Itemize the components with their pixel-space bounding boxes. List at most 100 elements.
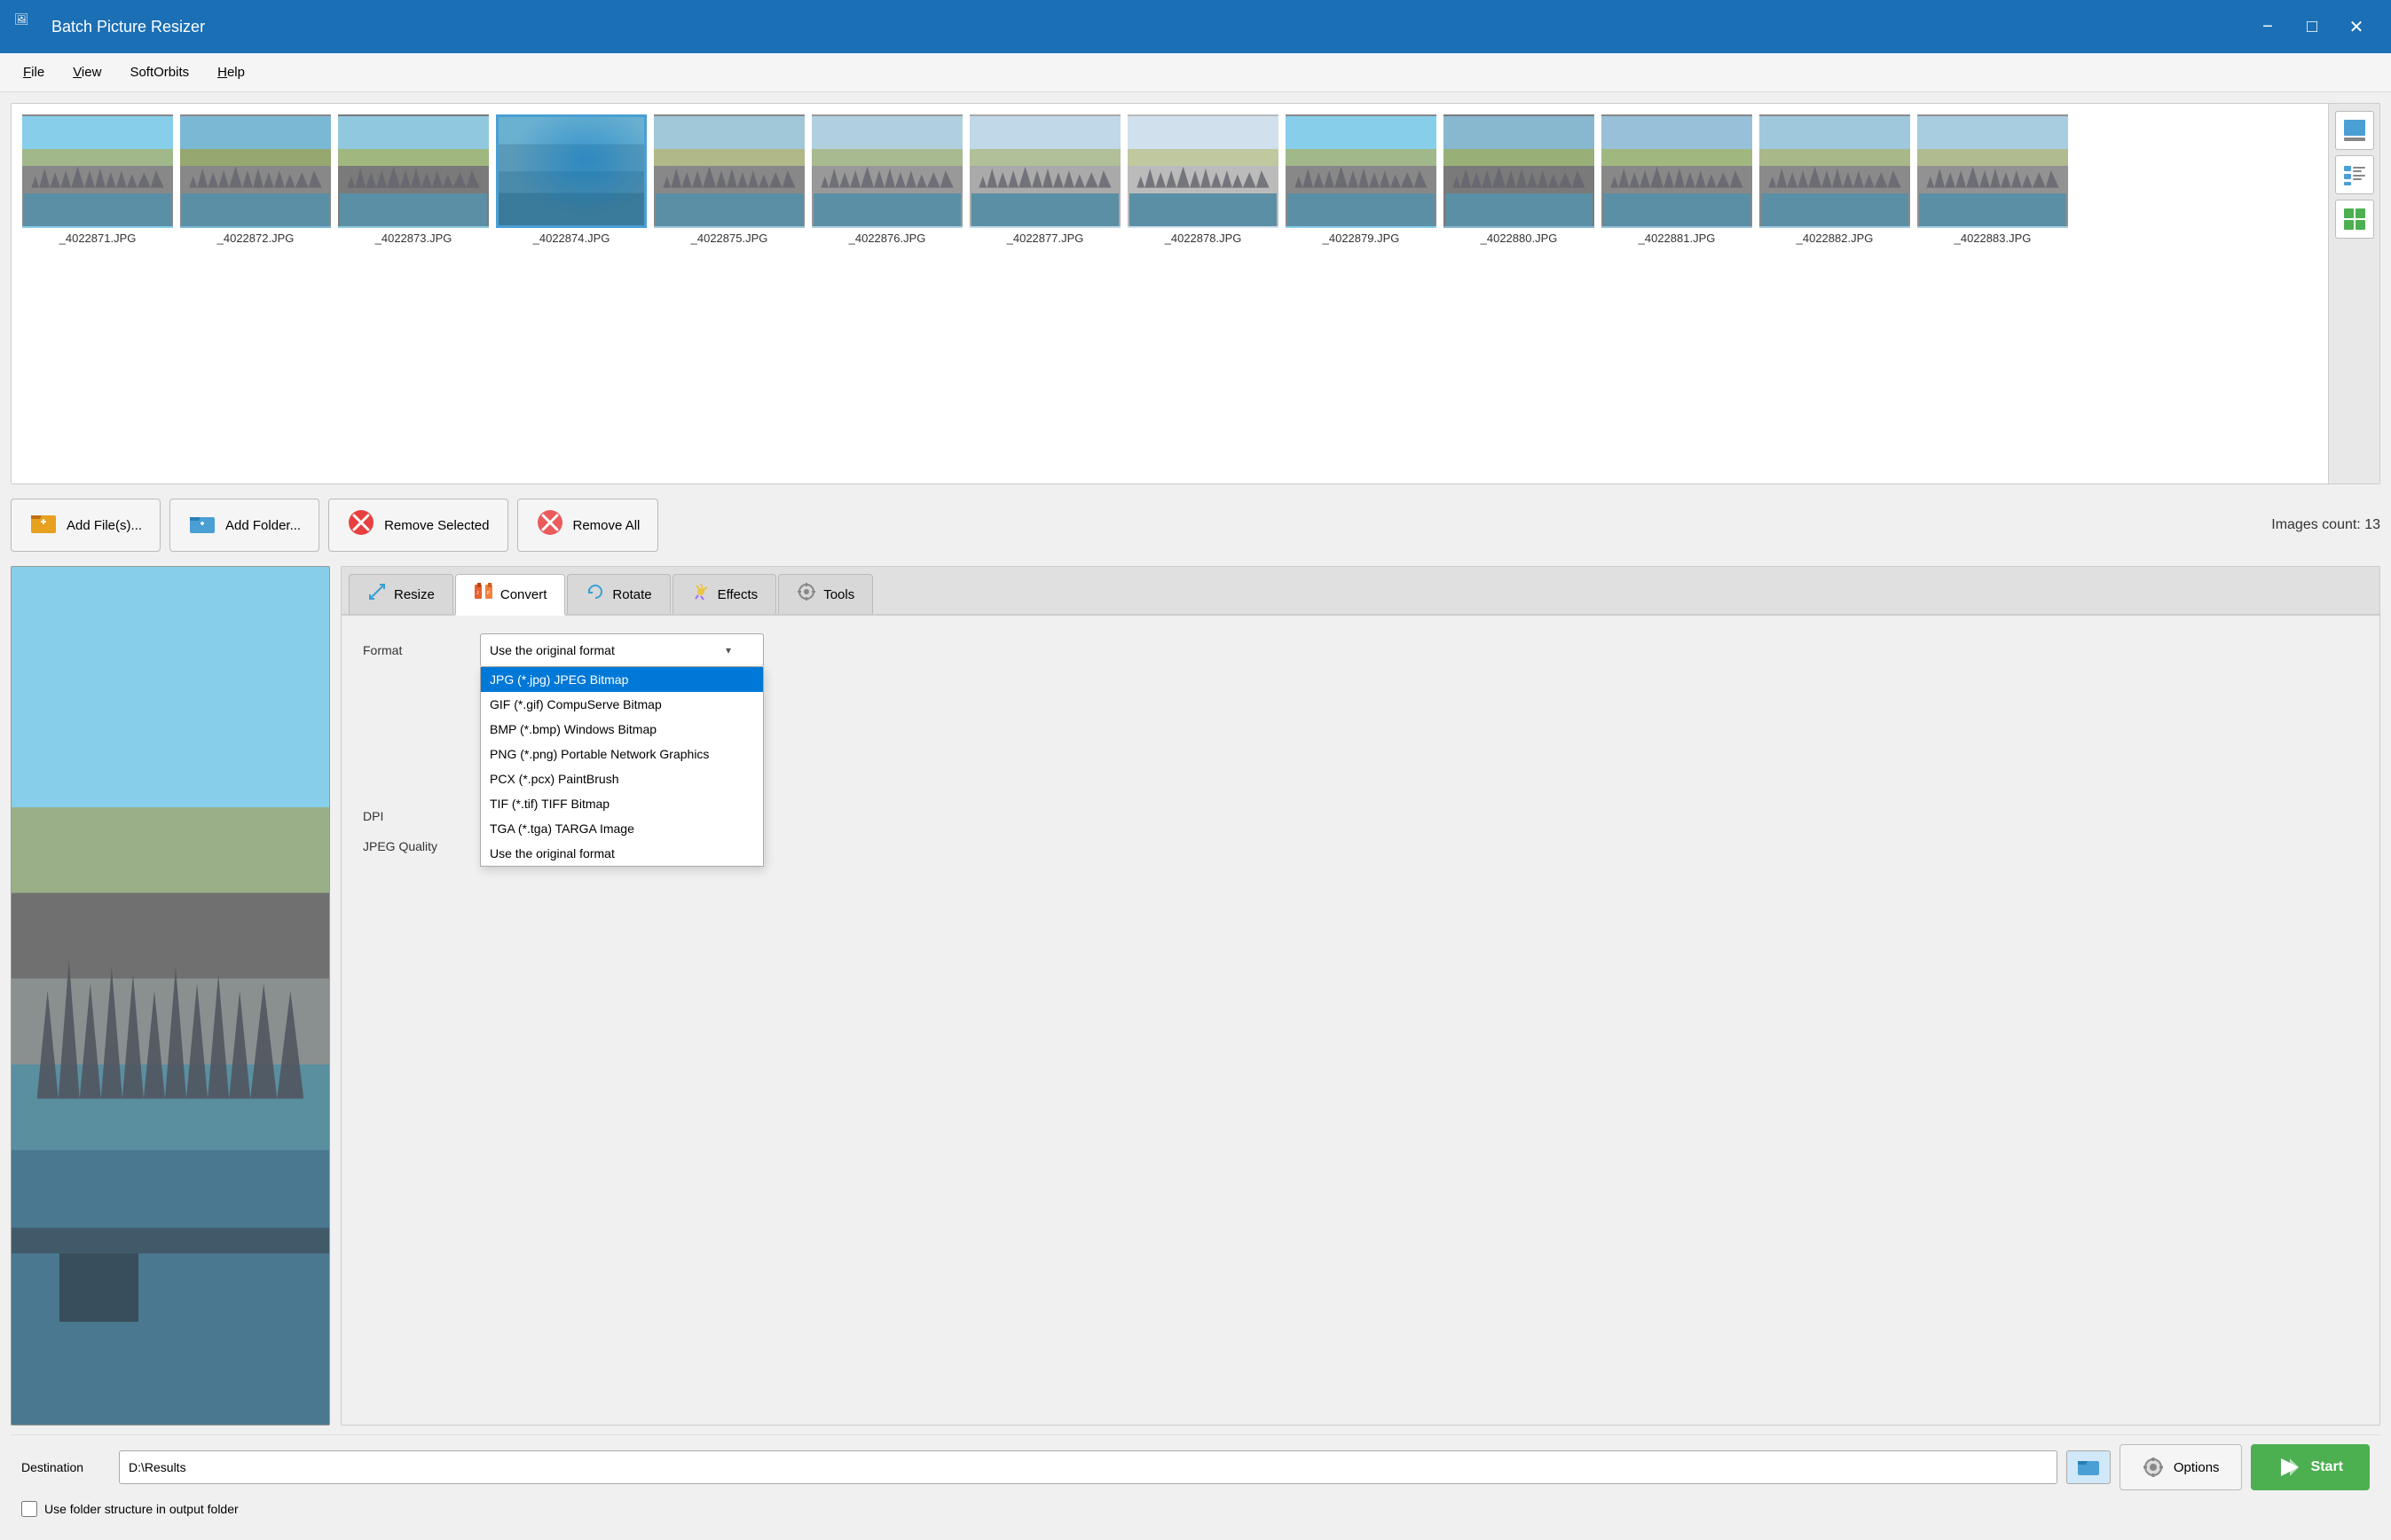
menu-help[interactable]: Help	[205, 59, 257, 85]
convert-icon: J P	[474, 582, 493, 607]
thumb-label: _4022878.JPG	[1165, 232, 1242, 245]
thumb-image	[496, 114, 647, 228]
thumb-label: _4022883.JPG	[1954, 232, 2032, 245]
destination-input[interactable]	[119, 1450, 2057, 1484]
thumb-image	[654, 114, 805, 228]
dropdown-option-bmp[interactable]: BMP (*.bmp) Windows Bitmap	[481, 717, 763, 742]
list-item[interactable]: _4022882.JPG	[1759, 114, 1910, 245]
destination-browse-button[interactable]	[2066, 1450, 2111, 1484]
list-item[interactable]: _4022874.JPG	[496, 114, 647, 245]
thumb-image	[1286, 114, 1436, 228]
gallery-view-large-button[interactable]	[2335, 111, 2374, 150]
start-icon	[2277, 1455, 2302, 1480]
start-button[interactable]: Start	[2251, 1444, 2370, 1490]
remove-selected-label: Remove Selected	[384, 518, 489, 533]
remove-all-icon	[536, 508, 564, 543]
thumb-label: _4022880.JPG	[1481, 232, 1558, 245]
gallery-view-grid-button[interactable]	[2335, 200, 2374, 239]
thumb-image	[1759, 114, 1910, 228]
list-item[interactable]: _4022873.JPG	[338, 114, 489, 245]
dpi-label: DPI	[363, 809, 469, 823]
large-view-icon	[2342, 118, 2367, 143]
tab-content-convert: Format Use the original format ▾ JPG (*.…	[342, 616, 2379, 1425]
menu-softorbits[interactable]: SoftOrbits	[117, 59, 201, 85]
format-dropdown-value: Use the original format	[490, 643, 615, 657]
remove-all-label: Remove All	[573, 518, 641, 533]
resize-icon	[367, 582, 387, 607]
list-item[interactable]: _4022881.JPG	[1601, 114, 1752, 245]
start-label: Start	[2311, 1459, 2343, 1475]
format-dropdown-wrapper: Use the original format ▾ JPG (*.jpg) JP…	[480, 633, 764, 667]
add-files-label: Add File(s)...	[67, 518, 142, 533]
gallery-view-list-button[interactable]	[2335, 155, 2374, 194]
gallery-right-toolbar	[2328, 104, 2379, 483]
thumb-image	[1443, 114, 1594, 228]
dropdown-option-pcx[interactable]: PCX (*.pcx) PaintBrush	[481, 766, 763, 791]
menu-file[interactable]: File	[11, 59, 57, 85]
title-bar: 🖼 Batch Picture Resizer − □ ✕	[0, 0, 2391, 53]
dropdown-option-tga[interactable]: TGA (*.tga) TARGA Image	[481, 816, 763, 841]
tab-convert[interactable]: J P Convert	[455, 574, 566, 616]
thumb-label: _4022882.JPG	[1797, 232, 1874, 245]
thumb-image	[1601, 114, 1752, 228]
options-button[interactable]: Options	[2120, 1444, 2242, 1490]
thumb-label: _4022879.JPG	[1323, 232, 1400, 245]
tabs-row: Resize J P Convert	[342, 567, 2379, 616]
main-window: _4022871.JPG _4022872.JPG _4022873.JPG	[0, 92, 2391, 1540]
dropdown-option-original[interactable]: Use the original format	[481, 841, 763, 866]
add-folder-button[interactable]: Add Folder...	[169, 499, 319, 552]
thumb-image	[22, 114, 173, 228]
list-item[interactable]: _4022872.JPG	[180, 114, 331, 245]
list-item[interactable]: _4022878.JPG	[1128, 114, 1278, 245]
thumb-image	[180, 114, 331, 228]
dropdown-option-png[interactable]: PNG (*.png) Portable Network Graphics	[481, 742, 763, 766]
list-item[interactable]: _4022883.JPG	[1917, 114, 2068, 245]
gallery-scroll[interactable]: _4022871.JPG _4022872.JPG _4022873.JPG	[12, 104, 2328, 483]
add-folder-label: Add Folder...	[225, 518, 301, 533]
tab-resize-label: Resize	[394, 587, 435, 602]
list-item[interactable]: _4022876.JPG	[812, 114, 963, 245]
minimize-button[interactable]: −	[2247, 11, 2288, 43]
close-button[interactable]: ✕	[2336, 11, 2377, 43]
maximize-button[interactable]: □	[2292, 11, 2332, 43]
title-bar-left: 🖼 Batch Picture Resizer	[14, 12, 205, 41]
folder-structure-checkbox[interactable]	[21, 1501, 37, 1517]
thumb-image	[1128, 114, 1278, 228]
thumb-label: _4022877.JPG	[1007, 232, 1084, 245]
settings-panel: Resize J P Convert	[341, 566, 2380, 1426]
menu-view[interactable]: View	[60, 59, 114, 85]
tab-tools[interactable]: Tools	[778, 574, 873, 614]
list-item[interactable]: _4022875.JPG	[654, 114, 805, 245]
tab-convert-label: Convert	[500, 587, 547, 602]
toolbar-row: Add File(s)... Add Folder...	[11, 493, 2380, 557]
destination-row: Destination Options	[21, 1444, 2370, 1490]
add-files-button[interactable]: Add File(s)...	[11, 499, 161, 552]
list-item[interactable]: _4022871.JPG	[22, 114, 173, 245]
list-item[interactable]: _4022879.JPG	[1286, 114, 1436, 245]
tools-icon	[797, 582, 816, 607]
folder-structure-row: Use folder structure in output folder	[21, 1497, 2370, 1520]
dropdown-option-gif[interactable]: GIF (*.gif) CompuServe Bitmap	[481, 692, 763, 717]
format-dropdown-button[interactable]: Use the original format ▾	[480, 633, 764, 667]
gallery-panel: _4022871.JPG _4022872.JPG _4022873.JPG	[11, 103, 2380, 484]
folder-structure-label[interactable]: Use folder structure in output folder	[44, 1502, 239, 1516]
dropdown-option-jpg[interactable]: JPG (*.jpg) JPEG Bitmap	[481, 667, 763, 692]
format-row: Format Use the original format ▾ JPG (*.…	[363, 633, 2358, 667]
thumb-label: _4022873.JPG	[375, 232, 452, 245]
list-item[interactable]: _4022877.JPG	[970, 114, 1121, 245]
thumb-label: _4022871.JPG	[59, 232, 137, 245]
effects-icon	[691, 582, 711, 607]
tab-effects[interactable]: Effects	[672, 574, 777, 614]
thumb-label: _4022875.JPG	[691, 232, 768, 245]
preview-image	[12, 567, 329, 1425]
remove-selected-button[interactable]: Remove Selected	[328, 499, 507, 552]
list-item[interactable]: _4022880.JPG	[1443, 114, 1594, 245]
thumb-label: _4022874.JPG	[533, 232, 610, 245]
remove-all-button[interactable]: Remove All	[517, 499, 659, 552]
folder-browse-icon	[2077, 1456, 2100, 1479]
list-view-icon	[2342, 162, 2367, 187]
options-gear-icon	[2142, 1456, 2165, 1479]
dropdown-option-tif[interactable]: TIF (*.tif) TIFF Bitmap	[481, 791, 763, 816]
tab-rotate[interactable]: Rotate	[567, 574, 670, 614]
tab-resize[interactable]: Resize	[349, 574, 453, 614]
